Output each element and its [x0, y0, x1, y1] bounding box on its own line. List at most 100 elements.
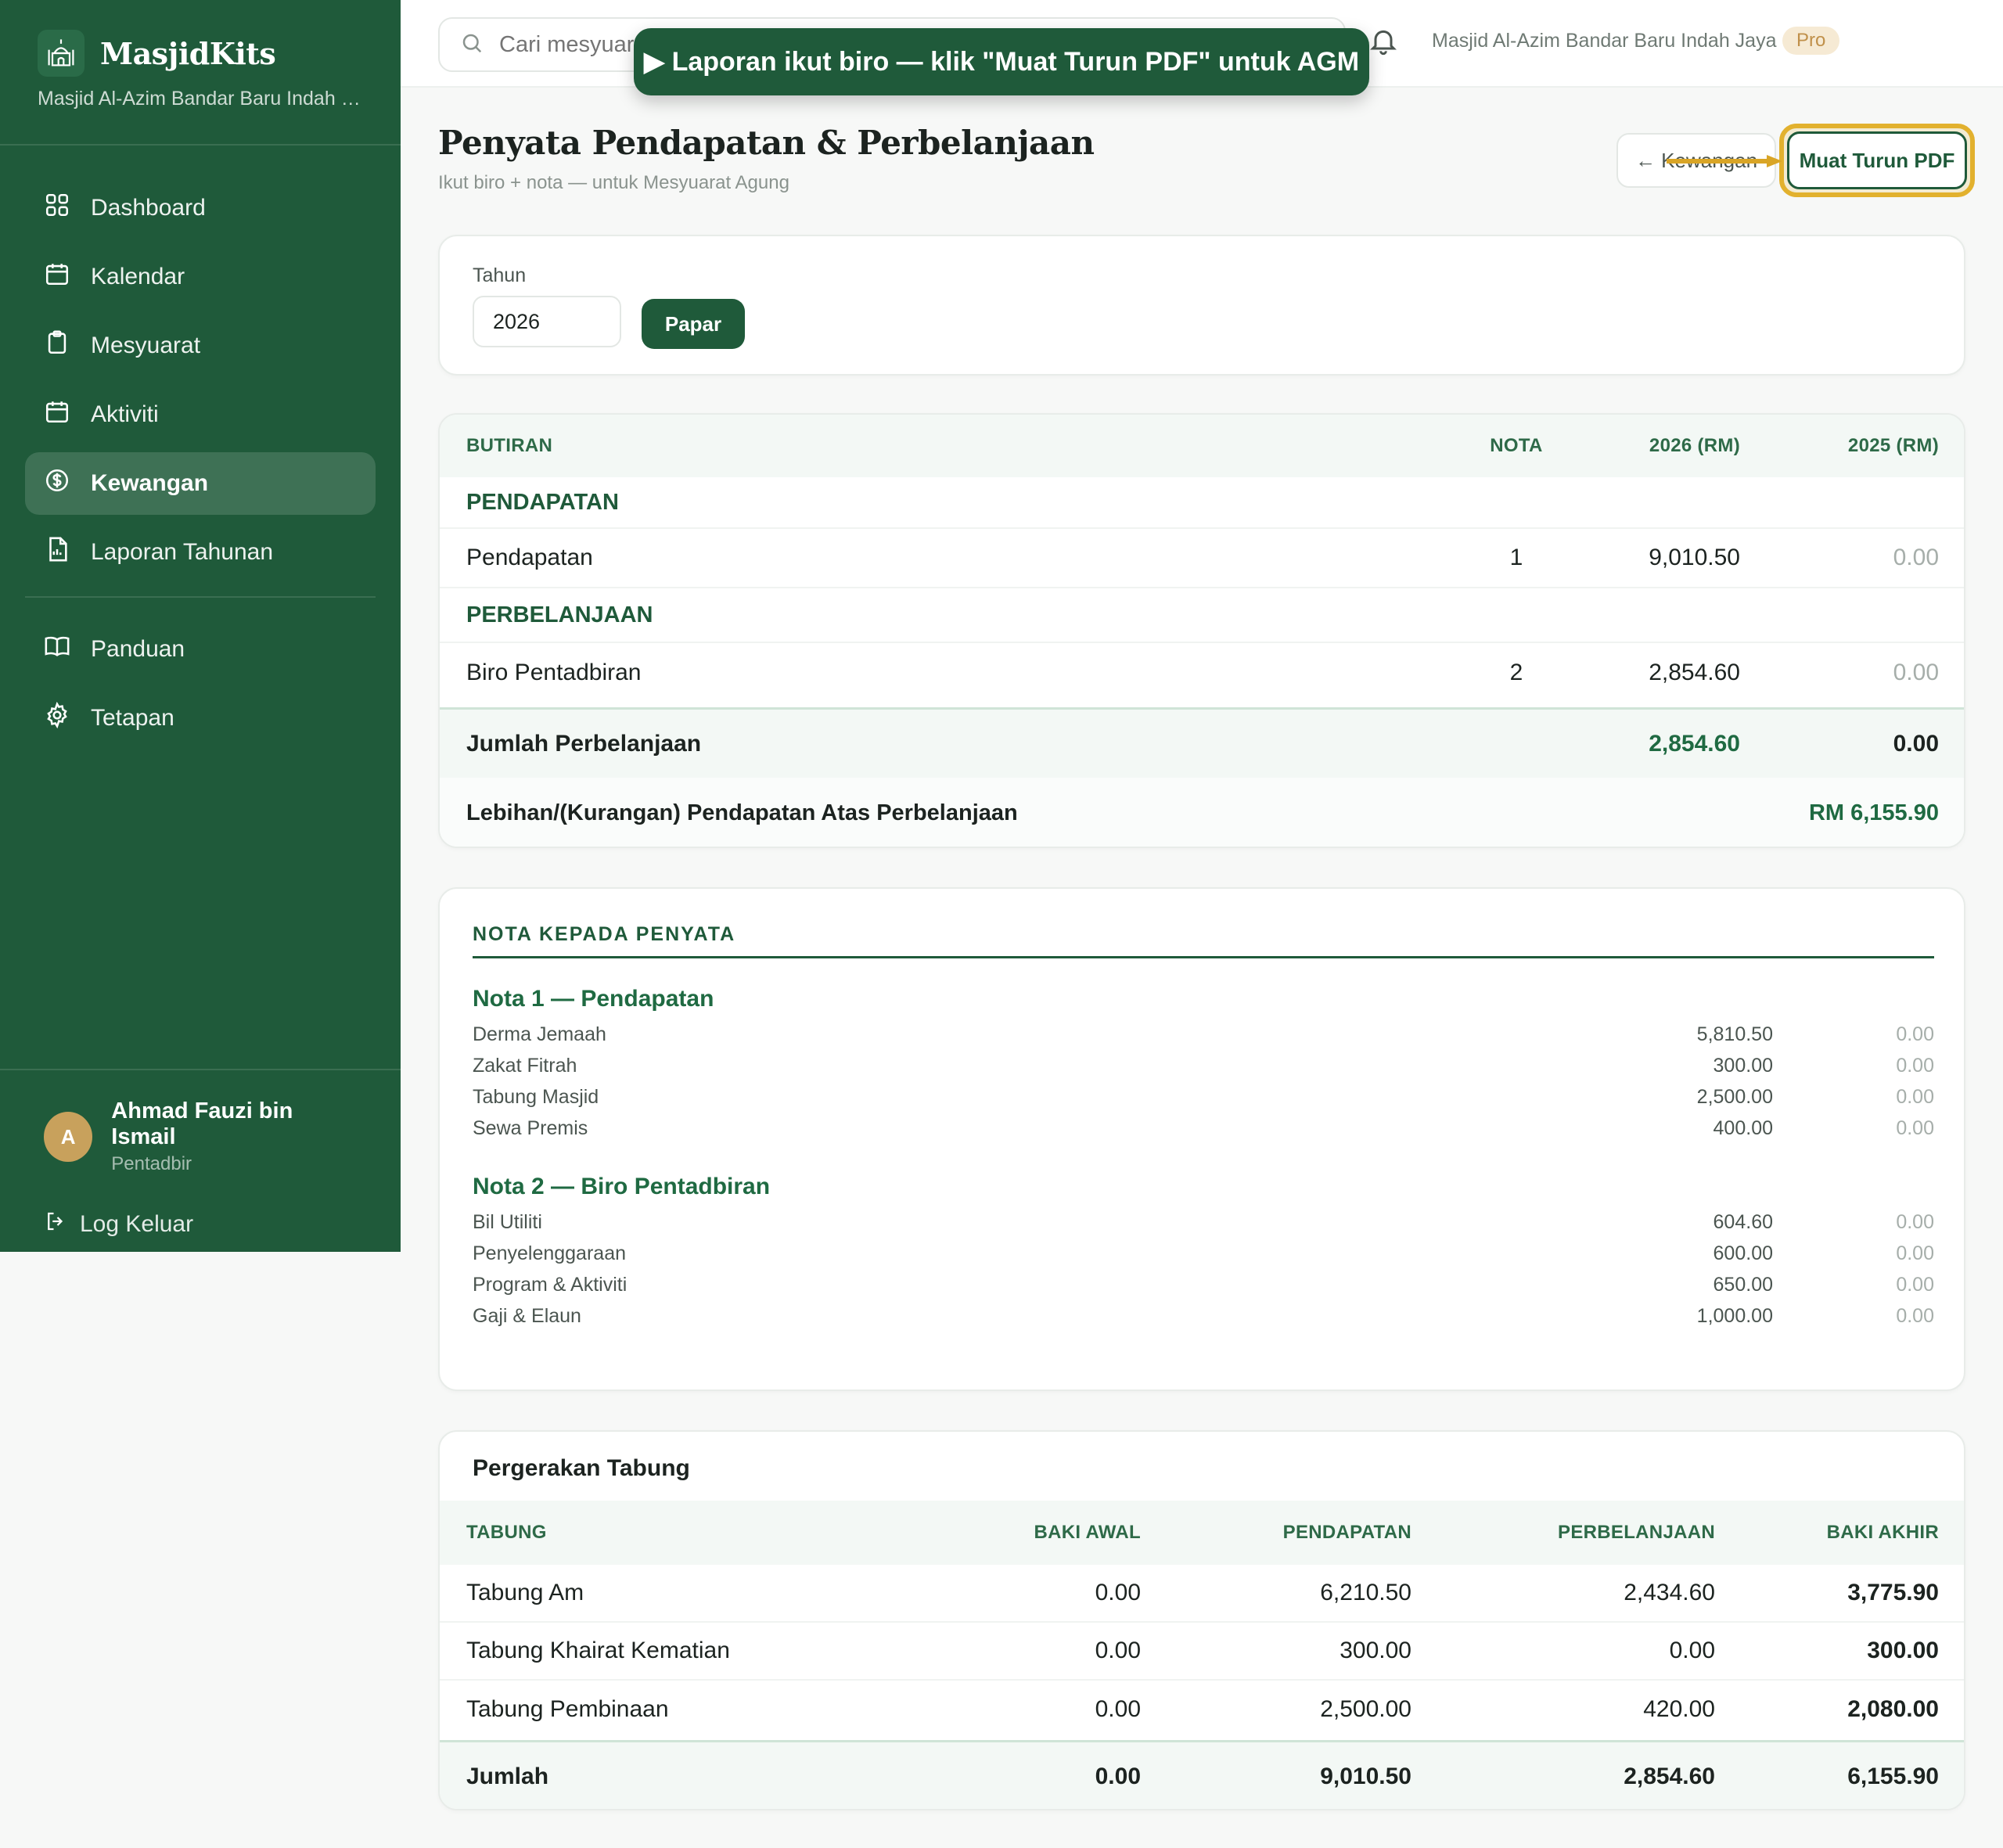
surplus-value: RM 6,155.90 — [1808, 800, 1939, 825]
column-header-baki-awal: BAKI AWAL — [1034, 1522, 1141, 1543]
brand-block: MasjidKits Masjid Al-Azim Bandar Baru In… — [0, 0, 401, 146]
download-pdf-button[interactable]: Muat Turun PDF — [1787, 131, 1967, 189]
fund-movement-card: Pergerakan Tabung TABUNG BAKI AWAL PENDA… — [438, 1430, 1965, 1810]
report-icon — [44, 536, 70, 569]
line-label: Program & Aktiviti — [473, 1274, 628, 1296]
fund-expense: 0.00 — [1669, 1638, 1715, 1663]
row-label: Jumlah Perbelanjaan — [466, 730, 702, 757]
sidebar-item-label: Kewangan — [91, 470, 209, 496]
column-header-perbelanjaan: PERBELANJAAN — [1558, 1522, 1715, 1543]
brand-row[interactable]: MasjidKits — [38, 30, 363, 77]
fund-expense: 2,434.60 — [1624, 1580, 1715, 1605]
value-prior: 0.00 — [1893, 660, 1939, 685]
calendar-icon — [44, 398, 70, 431]
column-header-2026: 2026 (RM) — [1649, 435, 1740, 456]
column-header-2025: 2025 (RM) — [1847, 435, 1939, 456]
statement-table: BUTIRAN NOTA 2026 (RM) 2025 (RM) PENDAPA… — [438, 413, 1965, 848]
sidebar-item-laporan-tahunan[interactable]: Laporan Tahunan — [25, 521, 376, 584]
sidebar-item-panduan[interactable]: Panduan — [25, 618, 376, 681]
year-input[interactable] — [473, 296, 621, 347]
list-item: Sewa Premis 400.00 0.00 — [473, 1117, 1934, 1149]
note-2-title: Nota 2 — Biro Pentadbiran — [473, 1174, 771, 1199]
table-row: Tabung Khairat Kematian 0.00 300.00 0.00… — [440, 1623, 1964, 1681]
sidebar-item-label: Mesyuarat — [91, 333, 201, 358]
list-item: Penyelenggaraan 600.00 0.00 — [473, 1242, 1934, 1274]
fund-name: Tabung Pembinaan — [466, 1696, 669, 1722]
mosque-logo-icon — [38, 30, 85, 77]
line-prior: 0.00 — [1896, 1242, 1934, 1264]
list-item: Zakat Fitrah 300.00 0.00 — [473, 1055, 1934, 1086]
value-current: 2,854.60 — [1649, 660, 1740, 685]
column-header-nota: NOTA — [1490, 435, 1543, 456]
line-prior: 0.00 — [1896, 1274, 1934, 1296]
sidebar-item-label: Dashboard — [91, 195, 206, 221]
line-label: Gaji & Elaun — [473, 1305, 581, 1327]
sidebar-item-label: Laporan Tahunan — [91, 539, 273, 565]
line-prior: 0.00 — [1896, 1023, 1934, 1045]
line-label: Tabung Masjid — [473, 1086, 599, 1108]
sidebar-item-tetapan[interactable]: Tetapan — [25, 687, 376, 750]
fund-income: 6,210.50 — [1320, 1580, 1411, 1605]
user-block: A Ahmad Fauzi bin Ismail Pentadbir Log K… — [0, 1069, 401, 1239]
search-icon — [460, 31, 484, 59]
value-current: 2,854.60 — [1649, 730, 1740, 757]
column-header-tabung: TABUNG — [466, 1522, 547, 1543]
page-subtitle: Ikut biro + nota — untuk Mesyuarat Agung — [438, 172, 789, 193]
section-title: PERBELANJAAN — [466, 602, 653, 627]
clipboard-icon — [44, 329, 70, 362]
logout-icon — [44, 1210, 67, 1239]
bell-icon[interactable] — [1368, 25, 1399, 56]
show-button[interactable]: Papar — [642, 299, 745, 349]
sidebar-item-label: Aktiviti — [91, 401, 159, 427]
plan-badge: Pro — [1782, 27, 1840, 55]
value-current: 9,010.50 — [1649, 545, 1740, 570]
fund-total-row: Jumlah 0.00 9,010.50 2,854.60 6,155.90 — [440, 1740, 1964, 1809]
year-label: Tahun — [473, 264, 527, 286]
column-header-butiran: BUTIRAN — [466, 435, 553, 456]
sidebar-item-kalendar[interactable]: Kalendar — [25, 246, 376, 308]
notes-heading: NOTA KEPADA PENYATA — [473, 923, 736, 945]
grid-icon — [44, 192, 70, 225]
line-prior: 0.00 — [1896, 1086, 1934, 1108]
closing-balance: 3,775.90 — [1847, 1580, 1939, 1605]
sidebar-item-aktiviti[interactable]: Aktiviti — [25, 383, 376, 446]
row-label: Biro Pentadbiran — [466, 660, 642, 685]
line-prior: 0.00 — [1896, 1211, 1934, 1233]
nav-divider — [25, 596, 376, 598]
fund-name: Tabung Khairat Kematian — [466, 1638, 730, 1663]
sidebar-item-kewangan[interactable]: Kewangan — [25, 452, 376, 515]
row-label: Lebihan/(Kurangan) Pendapatan Atas Perbe… — [466, 800, 1018, 825]
total-expense-row: Jumlah Perbelanjaan 2,854.60 0.00 — [440, 707, 1964, 778]
line-label: Sewa Premis — [473, 1117, 588, 1139]
table-header: BUTIRAN NOTA 2026 (RM) 2025 (RM) — [440, 415, 1964, 477]
mosque-label: Masjid Al-Azim Bandar Baru Indah Jaya — [1432, 30, 1777, 52]
list-item: Derma Jemaah 5,810.50 0.00 — [473, 1023, 1934, 1055]
line-current: 604.60 — [1713, 1211, 1773, 1233]
line-current: 650.00 — [1713, 1274, 1773, 1296]
column-header-pendapatan: PENDAPATAN — [1282, 1522, 1411, 1543]
list-item: Bil Utiliti 604.60 0.00 — [473, 1211, 1934, 1242]
total-label: Jumlah — [466, 1763, 549, 1789]
value-prior: 0.00 — [1893, 730, 1939, 757]
logout-label: Log Keluar — [80, 1211, 194, 1237]
line-label: Zakat Fitrah — [473, 1055, 577, 1077]
total-opening: 0.00 — [1095, 1763, 1141, 1789]
logout-button[interactable]: Log Keluar — [44, 1210, 357, 1239]
avatar: A — [44, 1112, 93, 1162]
opening-balance: 0.00 — [1095, 1580, 1141, 1605]
table-row: Tabung Am 0.00 6,210.50 2,434.60 3,775.9… — [440, 1565, 1964, 1623]
mosque-name: Masjid Al-Azim Bandar Baru Indah J... — [38, 88, 366, 110]
user-profile[interactable]: A Ahmad Fauzi bin Ismail Pentadbir — [44, 1098, 357, 1175]
note-1-title: Nota 1 — Pendapatan — [473, 986, 714, 1012]
table-row: Biro Pentadbiran 2 2,854.60 0.00 — [440, 643, 1964, 703]
user-role: Pentadbir — [111, 1153, 192, 1174]
table-row: Tabung Pembinaan 0.00 2,500.00 420.00 2,… — [440, 1681, 1964, 1738]
line-prior: 0.00 — [1896, 1117, 1934, 1139]
table-row: Pendapatan 1 9,010.50 0.00 — [440, 529, 1964, 588]
sidebar-item-mesyuarat[interactable]: Mesyuarat — [25, 315, 376, 377]
sidebar-item-dashboard[interactable]: Dashboard — [25, 177, 376, 239]
page-title: Penyata Pendapatan & Perbelanjaan — [438, 124, 1095, 162]
book-icon — [44, 633, 70, 666]
section-expense: PERBELANJAAN — [440, 588, 1964, 643]
fund-income: 2,500.00 — [1320, 1696, 1411, 1722]
